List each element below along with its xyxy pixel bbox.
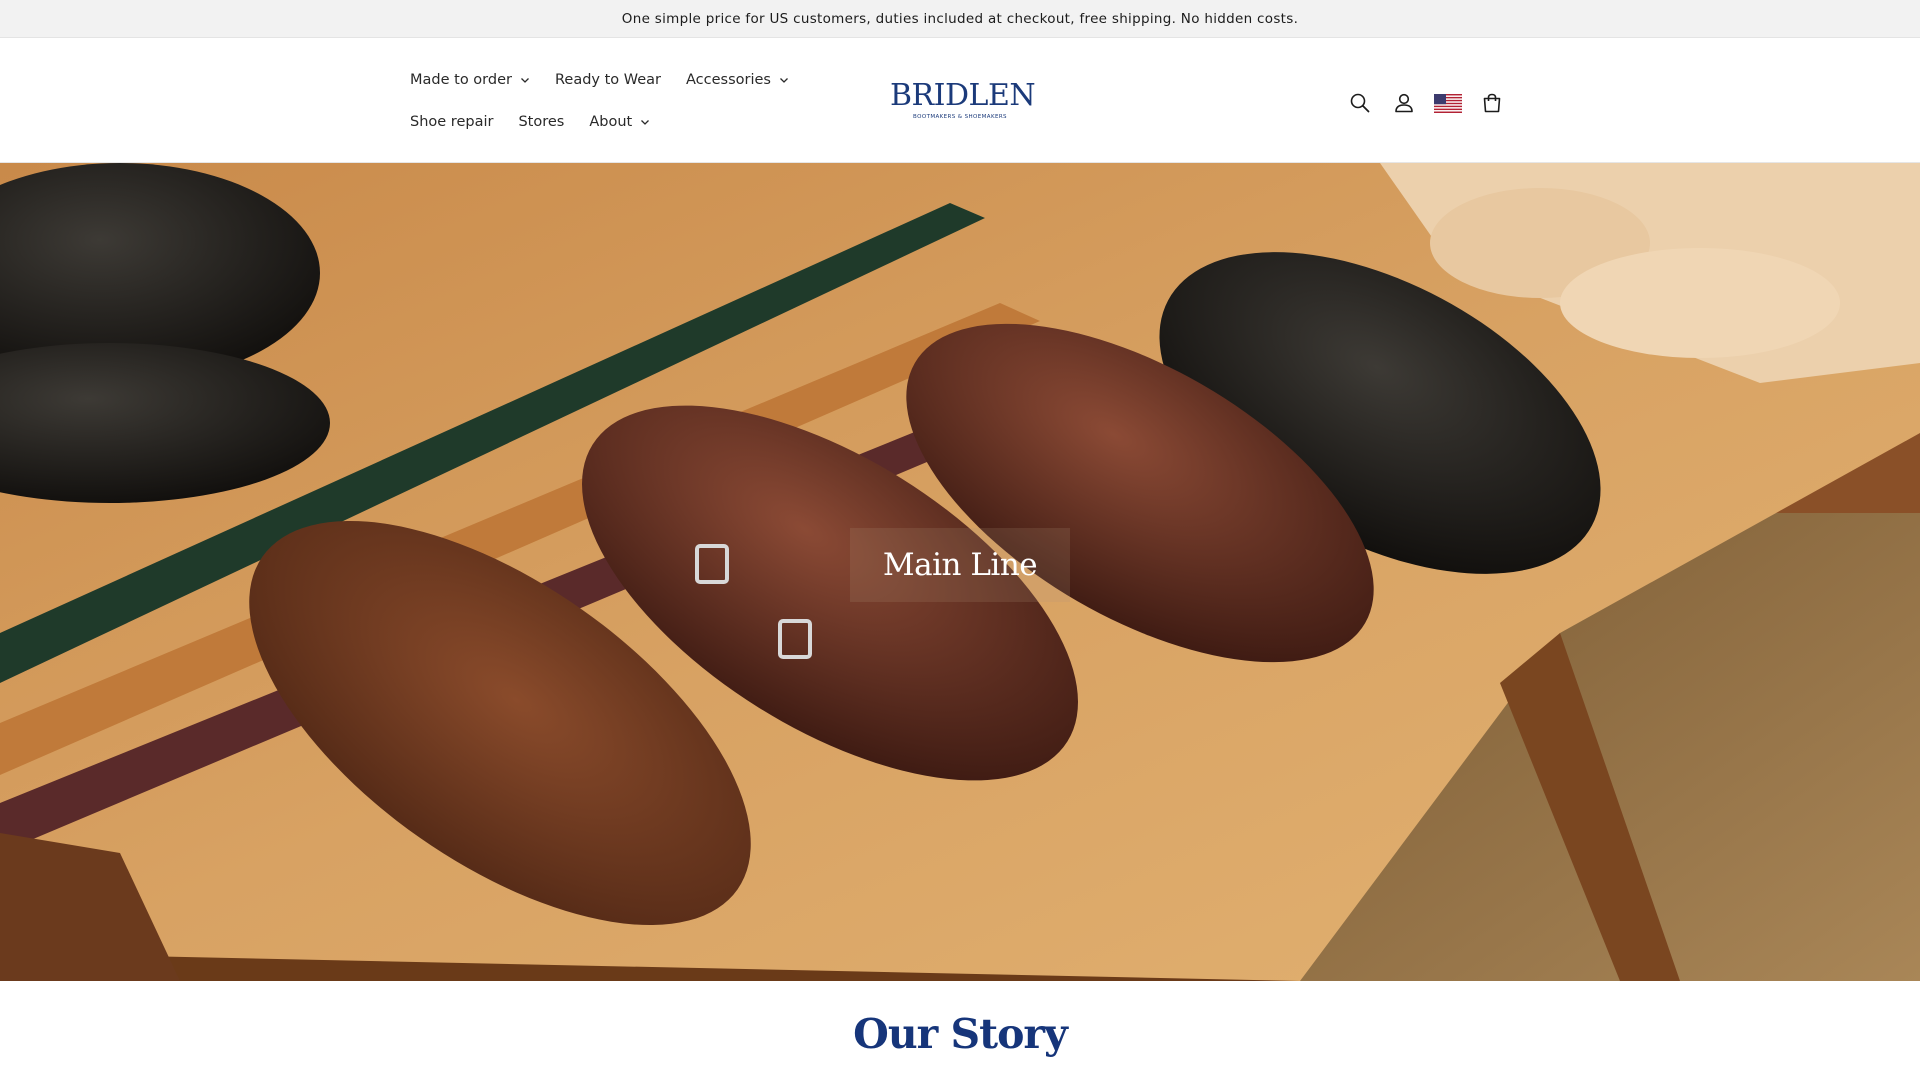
cart-button[interactable] [1470,81,1514,125]
nav-item-stores[interactable]: Stores [518,114,564,130]
section-heading-our-story: Our Story [853,1010,1068,1058]
site-logo[interactable]: BRIDLEN BOOTMAKERS & SHOEMAKERS [890,78,1036,123]
logo-wordmark: BRIDLEN [890,78,1036,113]
nav-item-made-to-order[interactable]: Made to order [410,72,530,88]
chevron-down-icon [780,78,788,83]
account-icon [1395,93,1413,113]
announcement-bar: One simple price for US customers, dutie… [0,0,1920,38]
logo-tagline: BOOTMAKERS & SHOEMAKERS [913,114,1007,120]
search-icon [1350,93,1370,113]
chevron-down-icon [521,78,529,83]
nav-item-label: Made to order [410,72,512,88]
hero-collection-label[interactable]: Main Line [850,528,1070,602]
nav-row-secondary: Shoe repair Stores About [410,101,830,143]
nav-item-label: Shoe repair [410,114,494,130]
cart-icon [1483,93,1501,113]
nav-item-accessories[interactable]: Accessories [686,72,789,88]
nav-item-label: Accessories [686,72,771,88]
nav-item-ready-to-wear[interactable]: Ready to Wear [555,72,661,88]
country-selector-button[interactable] [1426,81,1470,125]
hero-banner[interactable]: Main Line [0,163,1920,981]
search-button[interactable] [1338,81,1382,125]
nav-item-about[interactable]: About [589,114,650,130]
main-navigation: Made to order Ready to Wear Accessories … [410,59,830,143]
header-icons [1338,81,1514,125]
site-header: Made to order Ready to Wear Accessories … [0,39,1920,163]
nav-item-shoe-repair[interactable]: Shoe repair [410,114,493,130]
chevron-down-icon [641,120,650,125]
nav-row-primary: Made to order Ready to Wear Accessories [410,59,830,101]
nav-item-label: Stores [518,114,565,130]
nav-item-label: Ready to Wear [554,72,662,88]
nav-item-label: About [589,114,633,130]
announcement-text: One simple price for US customers, dutie… [621,10,1299,27]
account-button[interactable] [1382,81,1426,125]
us-flag-icon [1434,93,1462,113]
